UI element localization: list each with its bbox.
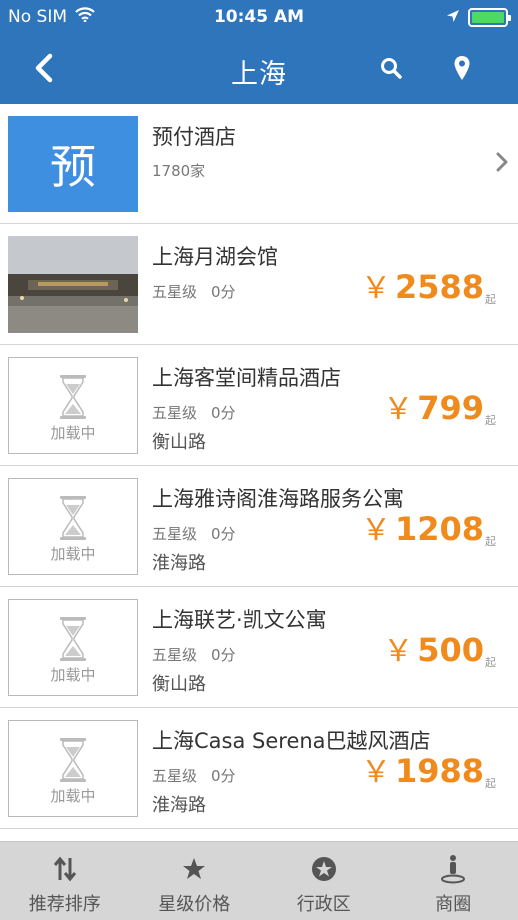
hotel-meta: 五星级 0分 — [152, 281, 236, 302]
price-suffix: 起 — [485, 656, 496, 669]
hotel-stars: 五星级 — [152, 767, 198, 785]
hotel-list: 预 预付酒店 1780家 上海月湖会馆 五星级 0分 ￥ 2588 起 加载中 … — [0, 104, 518, 841]
tab-district[interactable]: 行政区 — [259, 842, 389, 920]
hourglass-icon — [58, 495, 88, 545]
thumbnail-placeholder: 加载中 — [8, 599, 138, 696]
hotel-name: 上海月湖会馆 — [152, 245, 278, 269]
status-right — [446, 8, 511, 27]
hotel-price: ￥ 799 — [383, 392, 484, 425]
hotel-stars: 五星级 — [152, 646, 198, 664]
hotel-price: ￥ 500 — [383, 634, 484, 667]
tab-star-price[interactable]: 星级价格 — [130, 842, 260, 920]
price-value: 1988 — [394, 752, 484, 790]
loading-text: 加载中 — [50, 666, 96, 684]
location-arrow-icon — [446, 8, 460, 27]
price-suffix: 起 — [485, 535, 496, 548]
currency-symbol: ￥ — [383, 634, 414, 669]
search-button[interactable] — [370, 50, 412, 90]
hotel-score: 0分 — [211, 404, 236, 422]
loading-text: 加载中 — [50, 424, 96, 442]
hourglass-icon — [58, 374, 88, 424]
hotel-meta: 五星级 0分 — [152, 644, 236, 665]
hotel-meta: 五星级 0分 — [152, 523, 236, 544]
battery-icon — [468, 8, 511, 27]
nav-bar: 上海 — [0, 36, 518, 104]
hotel-row[interactable]: 加载中 上海雅诗阁淮海路服务公寓 五星级 0分 淮海路 ￥ 1208 起 — [0, 466, 518, 587]
tab-label: 推荐排序 — [28, 894, 101, 915]
hotel-row[interactable]: 加载中 上海客堂间精品酒店 五星级 0分 衡山路 ￥ 799 起 — [0, 345, 518, 466]
price-suffix: 起 — [485, 414, 496, 427]
pin-person-icon — [438, 854, 468, 884]
tab-label: 行政区 — [296, 894, 351, 915]
thumbnail-placeholder: 加载中 — [8, 720, 138, 817]
tab-label: 星级价格 — [158, 894, 231, 915]
hotel-photo — [8, 236, 138, 333]
hotel-area: 衡山路 — [152, 432, 206, 453]
price-value: 1208 — [394, 510, 484, 548]
star-icon — [179, 854, 209, 884]
prepaid-badge: 预 — [8, 116, 138, 212]
hotel-area: 淮海路 — [152, 553, 206, 574]
location-pin-icon — [453, 55, 471, 85]
hourglass-icon — [58, 737, 88, 787]
hotel-score: 0分 — [211, 525, 236, 543]
status-bar: No SIM 10:45 AM — [0, 0, 518, 36]
hotel-meta: 五星级 0分 — [152, 765, 236, 786]
hotel-score: 0分 — [211, 767, 236, 785]
hotel-meta: 五星级 0分 — [152, 402, 236, 423]
header: No SIM 10:45 AM 上海 — [0, 0, 518, 104]
sort-arrows-icon — [50, 854, 80, 884]
status-time: 10:45 AM — [213, 7, 305, 27]
tab-label: 商圈 — [435, 894, 472, 915]
chevron-right-icon — [496, 152, 508, 176]
hotel-stars: 五星级 — [152, 525, 198, 543]
price-value: 2588 — [394, 268, 484, 306]
prepaid-title: 预付酒店 — [152, 125, 236, 149]
hotel-score: 0分 — [211, 646, 236, 664]
currency-symbol: ￥ — [383, 392, 414, 427]
price-value: 500 — [417, 631, 484, 669]
currency-symbol: ￥ — [360, 271, 391, 306]
district-star-icon — [309, 854, 339, 884]
search-icon — [380, 57, 402, 83]
hotel-price: ￥ 1988 — [361, 755, 484, 788]
thumbnail-placeholder: 加载中 — [8, 357, 138, 454]
prepaid-hotels-row[interactable]: 预 预付酒店 1780家 — [0, 104, 518, 224]
currency-symbol: ￥ — [360, 755, 391, 790]
hotel-area: 淮海路 — [152, 795, 206, 816]
currency-symbol: ￥ — [360, 513, 391, 548]
bottom-tab-bar: 推荐排序 星级价格 行政区 商圈 — [0, 841, 518, 920]
tab-business-district[interactable]: 商圈 — [389, 842, 518, 920]
price-value: 799 — [417, 389, 484, 427]
hotel-area: 衡山路 — [152, 674, 206, 695]
hotel-name: 上海雅诗阁淮海路服务公寓 — [152, 487, 404, 511]
price-suffix: 起 — [485, 777, 496, 790]
hotel-stars: 五星级 — [152, 283, 198, 301]
hotel-row[interactable]: 加载中 上海联艺·凯文公寓 五星级 0分 衡山路 ￥ 500 起 — [0, 587, 518, 708]
hotel-row[interactable]: 加载中 上海Casa Serena巴越风酒店 五星级 0分 淮海路 ￥ 1988 起 — [0, 708, 518, 829]
hourglass-icon — [58, 616, 88, 666]
hotel-price: ￥ 2588 — [361, 271, 484, 304]
loading-text: 加载中 — [50, 545, 96, 563]
thumbnail-placeholder: 加载中 — [8, 478, 138, 575]
hotel-name: 上海客堂间精品酒店 — [152, 366, 341, 390]
hotel-row[interactable]: 上海月湖会馆 五星级 0分 ￥ 2588 起 — [0, 224, 518, 345]
price-suffix: 起 — [485, 293, 496, 306]
prepaid-count: 1780家 — [152, 162, 206, 180]
hotel-name: 上海Casa Serena巴越风酒店 — [152, 729, 431, 753]
loading-text: 加载中 — [50, 787, 96, 805]
hotel-score: 0分 — [211, 283, 236, 301]
tab-recommended-sort[interactable]: 推荐排序 — [0, 842, 130, 920]
hotel-stars: 五星级 — [152, 404, 198, 422]
hotel-price: ￥ 1208 — [361, 513, 484, 546]
hotel-name: 上海联艺·凯文公寓 — [152, 608, 327, 632]
location-button[interactable] — [441, 50, 483, 90]
